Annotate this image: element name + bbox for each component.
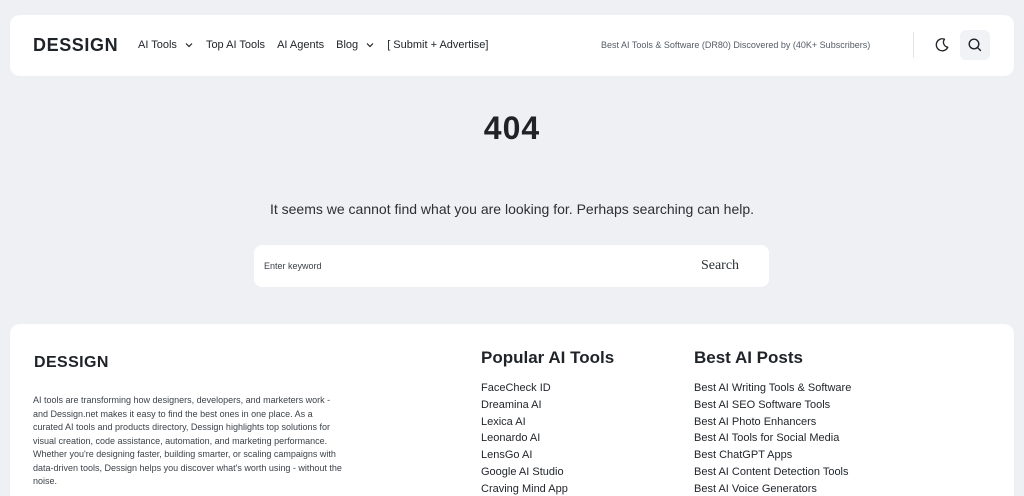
chevron-down-icon (366, 43, 374, 48)
error-message: It seems we cannot find what you are loo… (269, 201, 755, 217)
site-logo[interactable]: DESSIGN (33, 35, 118, 56)
site-header: DESSIGN AI Tools Top AI Tools AI Agents … (10, 15, 1014, 76)
popular-tool-link[interactable]: Lexica AI (481, 414, 614, 431)
popular-tool-link[interactable]: FaceCheck ID (481, 380, 614, 397)
site-footer: DESSIGN AI tools are transforming how de… (10, 324, 1014, 496)
header-search-button[interactable] (960, 30, 990, 60)
best-post-link[interactable]: Best AI SEO Software Tools (694, 397, 851, 414)
nav-item-label: [ Submit + Advertise] (387, 39, 489, 51)
error-code: 404 (483, 110, 541, 146)
nav-item-top-ai-tools[interactable]: Top AI Tools (206, 39, 265, 51)
moon-icon (935, 38, 949, 52)
nav-item-submit-advertise[interactable]: [ Submit + Advertise] (387, 39, 488, 51)
nav-item-blog[interactable]: Blog (336, 39, 375, 51)
nav-item-label: Blog (336, 39, 359, 51)
nav-item-label: AI Tools (138, 39, 177, 51)
main-nav: AI Tools Top AI Tools AI Agents Blog [ S… (138, 39, 500, 51)
popular-tools-heading: Popular AI Tools (481, 348, 615, 367)
chevron-down-icon (185, 43, 193, 48)
header-tagline: Best AI Tools & Software (DR80) Discover… (601, 40, 871, 50)
search-form: Search (254, 245, 769, 287)
best-post-link[interactable]: Best AI Photo Enhancers (694, 414, 851, 431)
best-post-link[interactable]: Best AI Tools for Social Media (694, 430, 851, 447)
popular-tool-link[interactable]: LensGo AI (481, 447, 614, 464)
best-posts-heading: Best AI Posts (694, 348, 803, 367)
nav-item-ai-tools[interactable]: AI Tools (138, 39, 194, 51)
best-post-link[interactable]: Best AI Content Detection Tools (694, 464, 851, 481)
popular-tool-link[interactable]: Dreamina AI (481, 397, 614, 414)
popular-tools-column: Popular AI Tools FaceCheck ID Dreamina A… (481, 348, 614, 496)
header-divider (913, 32, 914, 58)
footer-logo[interactable]: DESSIGN (34, 354, 109, 372)
nav-item-label: AI Agents (277, 39, 325, 51)
best-posts-column: Best AI Posts Best AI Writing Tools & So… (694, 348, 851, 496)
best-post-link[interactable]: Best AI Voice Generators (694, 481, 851, 496)
footer-description: AI tools are transforming how designers,… (33, 395, 342, 486)
popular-tool-link[interactable]: Craving Mind App (481, 481, 614, 496)
best-post-link[interactable]: Best ChatGPT Apps (694, 447, 851, 464)
popular-tool-link[interactable]: Leonardo AI (481, 430, 614, 447)
search-button[interactable]: Search (684, 256, 756, 276)
best-post-link[interactable]: Best AI Writing Tools & Software (694, 380, 851, 397)
search-input[interactable] (264, 256, 644, 276)
theme-toggle-button[interactable] (927, 30, 957, 60)
nav-item-label: Top AI Tools (205, 39, 266, 51)
nav-item-ai-agents[interactable]: AI Agents (277, 39, 324, 51)
popular-tool-link[interactable]: Google AI Studio (481, 464, 614, 481)
search-icon (968, 38, 982, 52)
